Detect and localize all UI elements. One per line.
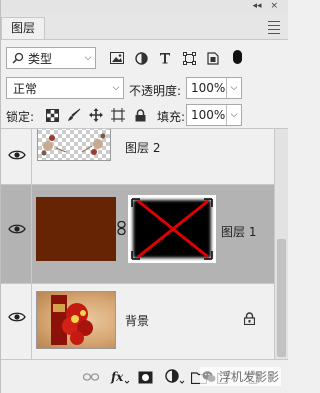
chevron-down-icon[interactable]: ⌵: [226, 105, 241, 125]
adjustment-filter-icon[interactable]: [129, 50, 153, 66]
close-icon: ×: [270, 1, 278, 11]
add-mask-icon[interactable]: [138, 369, 153, 385]
lock-transparent-pixels-icon[interactable]: [41, 106, 63, 124]
opacity-field[interactable]: 100% ⌵: [186, 77, 242, 99]
flower-pattern: [41, 133, 106, 156]
chevron-down-icon: ⌵: [84, 53, 92, 63]
lock-row: 锁定: 填充: 100% ⌵: [1, 103, 288, 127]
type-filter-icon[interactable]: [153, 50, 177, 66]
blend-mode-value: 正常: [13, 81, 38, 96]
chain-link-icon[interactable]: [117, 221, 126, 235]
fill-value: 100%: [191, 108, 226, 122]
background-photo: [51, 295, 93, 345]
collapse-panel-button[interactable]: ◂◂ ×: [253, 0, 278, 12]
smart-object-filter-icon[interactable]: [201, 50, 225, 66]
layer-mask-thumbnail[interactable]: [128, 195, 216, 263]
lock-artboard-icon[interactable]: [107, 106, 129, 124]
shape-filter-icon[interactable]: [177, 50, 201, 66]
scrollbar-thumb[interactable]: [277, 239, 286, 357]
blend-mode-select[interactable]: 正常 ⌵: [6, 77, 124, 99]
svg-text:fx: fx: [110, 370, 124, 384]
filter-toggle-switch[interactable]: [233, 50, 242, 64]
opacity-value: 100%: [191, 81, 226, 95]
eye-icon[interactable]: [8, 149, 26, 161]
image-filter-icon[interactable]: [105, 50, 129, 66]
blend-row: 正常 ⌵ 不透明度: 100% ⌵: [1, 74, 288, 102]
mask-image: [131, 198, 213, 260]
watermark-text: 浮机发影影: [219, 370, 280, 384]
tab-layers[interactable]: 图层: [1, 17, 45, 39]
fill-label: 填充:: [157, 110, 186, 124]
lock-icon[interactable]: [244, 312, 255, 325]
wechat-icon: [202, 370, 216, 382]
search-icon: [12, 52, 24, 64]
layers-list: 图层 2 图层 1 背景: [1, 129, 274, 359]
layer-thumbnail: [37, 129, 111, 161]
lock-position-icon[interactable]: [85, 106, 107, 124]
layer-thumbnail: [36, 291, 116, 349]
layer-row-layer2[interactable]: 图层 2: [1, 129, 274, 185]
panel-menu-icon[interactable]: [268, 21, 280, 37]
watermark-badge: 浮机发影影: [200, 367, 282, 386]
eye-icon[interactable]: [8, 223, 26, 235]
filter-kind-label: 类型: [28, 51, 53, 66]
layer-name: 图层 1: [221, 225, 257, 239]
layer-thumbnail: [36, 197, 116, 261]
lock-label: 锁定:: [6, 110, 35, 124]
filter-kind-select[interactable]: 类型 ⌵: [6, 47, 96, 69]
layer-name: 图层 2: [125, 141, 161, 155]
panel-title-strip: ◂◂ ×: [1, 0, 288, 12]
layer-name: 背景: [125, 314, 150, 328]
link-layers-icon[interactable]: [83, 369, 99, 385]
layers-panel: ◂◂ × 图层 类型 ⌵ 正常 ⌵ 不透明度: 100% ⌵ 锁定: 填充: 1…: [0, 0, 288, 393]
eye-icon[interactable]: [8, 311, 26, 323]
opacity-label: 不透明度:: [129, 84, 182, 98]
chevron-down-icon[interactable]: ⌵: [226, 78, 241, 98]
layer-style-fx-icon[interactable]: fx: [110, 369, 130, 385]
lock-all-icon[interactable]: [129, 106, 151, 124]
collapse-icon: ◂◂: [252, 1, 262, 11]
layer-row-layer1[interactable]: 图层 1: [1, 185, 274, 284]
lock-image-pixels-icon[interactable]: [63, 106, 85, 124]
adjustment-layer-icon[interactable]: [165, 369, 185, 385]
fill-field[interactable]: 100% ⌵: [186, 104, 242, 126]
layers-scrollbar[interactable]: [274, 129, 288, 359]
panel-tab-bar: 图层: [1, 12, 288, 40]
filter-row: 类型 ⌵: [1, 41, 288, 71]
layer-row-background[interactable]: 背景: [1, 284, 274, 359]
chevron-down-icon: ⌵: [112, 83, 120, 93]
